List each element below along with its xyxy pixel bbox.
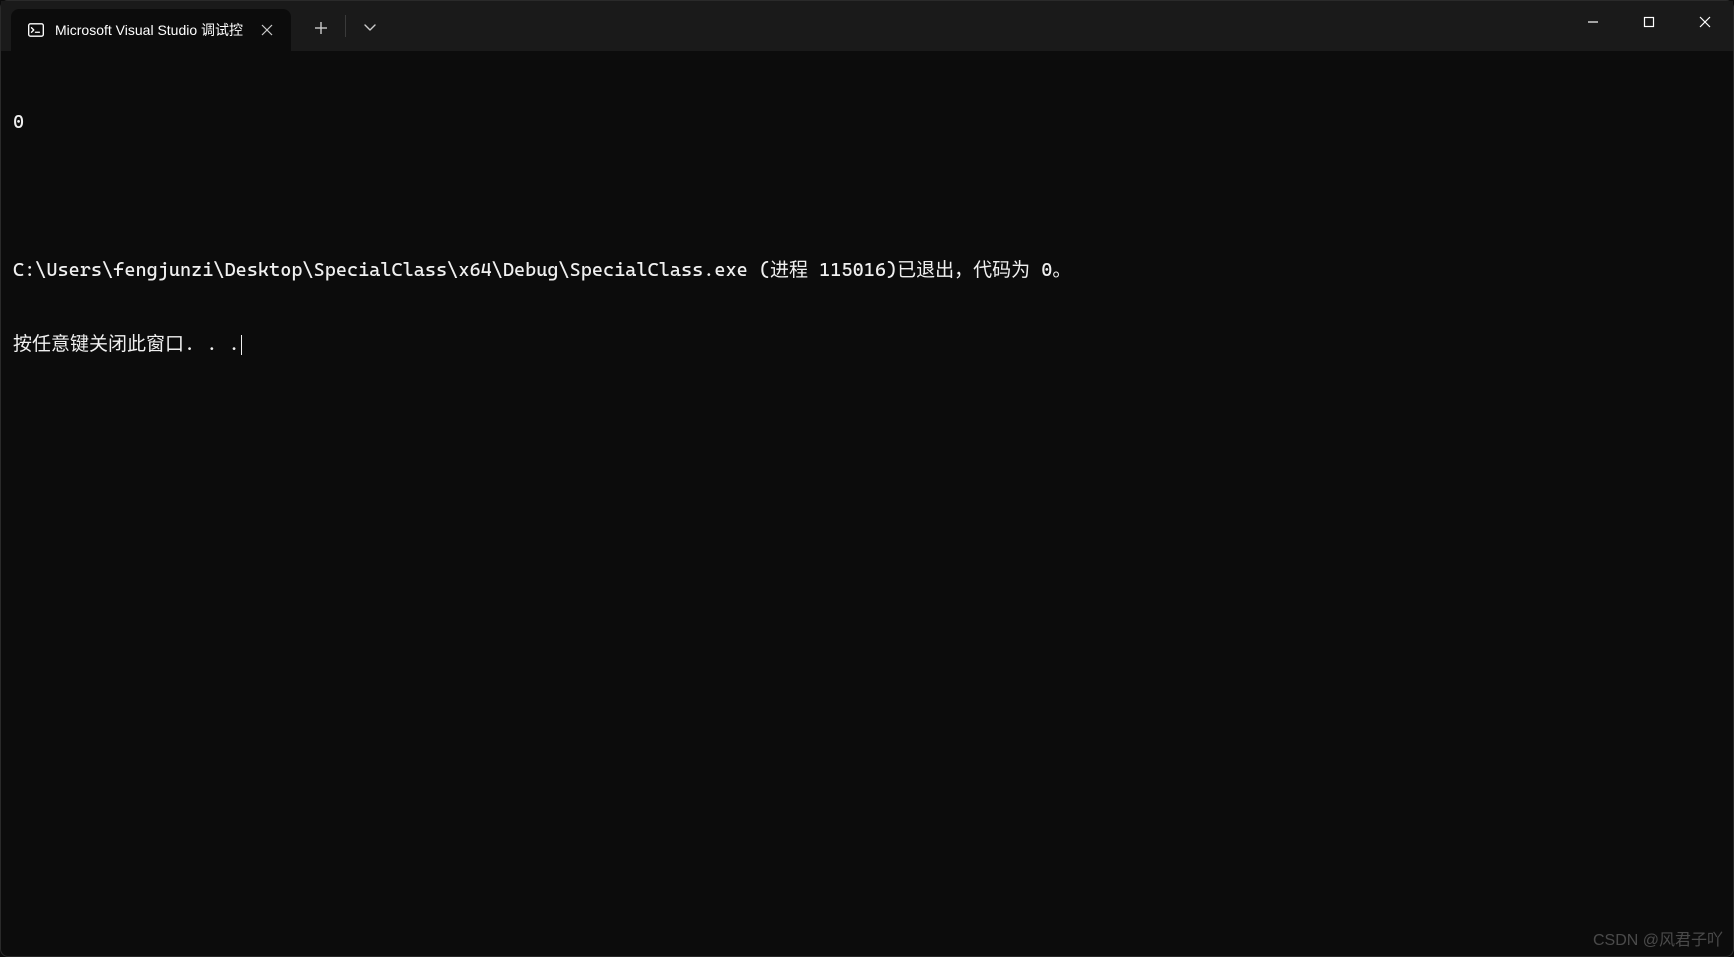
watermark: CSDN @风君子吖 [1593, 926, 1723, 950]
terminal-icon [27, 21, 45, 39]
window-controls [1565, 1, 1733, 51]
new-tab-button[interactable] [299, 7, 343, 49]
titlebar-drag-area[interactable] [392, 1, 1565, 51]
output-line [13, 184, 1721, 208]
tab-dropdown-button[interactable] [348, 7, 392, 49]
titlebar-actions [291, 1, 392, 51]
tab-close-button[interactable] [257, 20, 277, 40]
minimize-button[interactable] [1565, 1, 1621, 43]
terminal-output[interactable]: 0 C:\Users\fengjunzi\Desktop\SpecialClas… [1, 51, 1733, 391]
divider [345, 15, 346, 37]
tab-title: Microsoft Visual Studio 调试控 [55, 20, 247, 40]
close-button[interactable] [1677, 1, 1733, 43]
output-line: C:\Users\fengjunzi\Desktop\SpecialClass\… [13, 258, 1721, 283]
output-line: 0 [13, 110, 1721, 135]
titlebar: Microsoft Visual Studio 调试控 [1, 1, 1733, 51]
maximize-button[interactable] [1621, 1, 1677, 43]
terminal-tab[interactable]: Microsoft Visual Studio 调试控 [11, 9, 291, 51]
output-line: 按任意键关闭此窗口. . . [13, 332, 1721, 357]
